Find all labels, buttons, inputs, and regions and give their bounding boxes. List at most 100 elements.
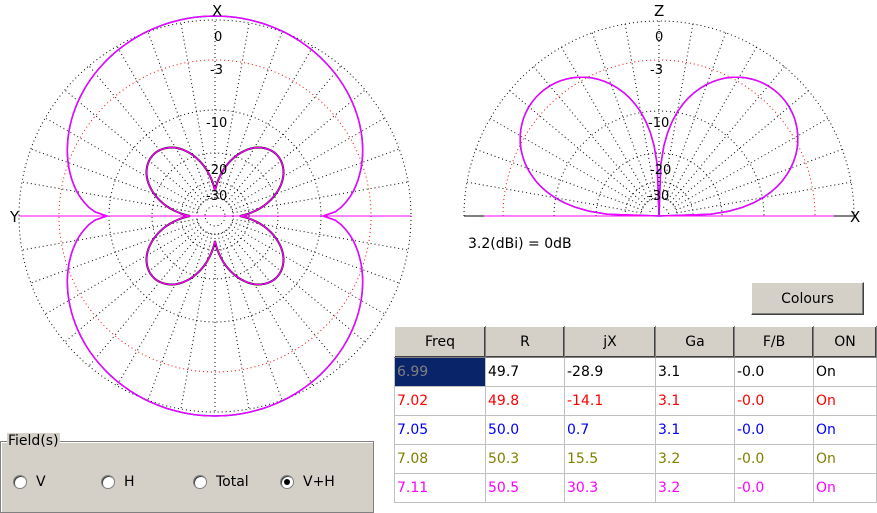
table-cell[interactable]: 7.05 — [394, 415, 486, 445]
radio-h-label: H — [124, 474, 135, 490]
elevation-z-axis-label: Z — [654, 2, 665, 20]
table-cell[interactable]: 15.5 — [564, 444, 656, 474]
table-cell[interactable]: On — [813, 415, 877, 445]
radio-v-plus-h-indicator[interactable] — [280, 475, 294, 489]
azimuth-ring-label-10: -10 — [206, 116, 228, 131]
azimuth-grid-spoke — [116, 231, 207, 386]
azimuth-grid-spoke — [64, 89, 202, 205]
azimuth-grid-spoke — [223, 231, 314, 386]
radio-total-label: Total — [216, 474, 249, 490]
table-cell[interactable]: On — [813, 473, 877, 503]
elevation-ring-label-10: -10 — [648, 116, 670, 131]
azimuth-grid-spoke — [228, 89, 366, 205]
elevation-grid-spoke — [672, 90, 809, 205]
table-cell[interactable]: -0.0 — [734, 357, 814, 387]
azimuth-grid-spoke — [88, 229, 204, 367]
elevation-ring-label-30: -30 — [648, 189, 670, 204]
table-row[interactable]: 7.11 50.5 30.3 3.2 -0.0 On — [394, 473, 877, 503]
colours-button[interactable]: Colours — [751, 282, 864, 315]
azimuth-grid-spoke — [223, 46, 314, 201]
radio-v-plus-h[interactable]: V+H — [280, 474, 335, 490]
azimuth-ring-label-30: -30 — [206, 189, 228, 204]
radio-v-label: V — [36, 474, 46, 490]
elevation-grid-spoke — [675, 148, 843, 211]
table-cell[interactable]: -0.0 — [734, 473, 814, 503]
column-header-fb[interactable]: F/B — [734, 326, 814, 358]
azimuth-grid-spoke — [220, 232, 283, 401]
table-cell[interactable]: 3.1 — [655, 415, 735, 445]
table-cell[interactable]: 7.08 — [394, 444, 486, 474]
elevation-grid-spoke — [664, 32, 727, 200]
elevation-ring-label-0: 0 — [655, 30, 664, 45]
elevation-pattern-magenta — [519, 76, 660, 217]
column-header-on[interactable]: ON — [813, 326, 877, 358]
elevation-ring-label-20: -20 — [650, 163, 672, 178]
table-cell[interactable]: -0.0 — [734, 415, 814, 445]
table-cell[interactable]: 50.0 — [485, 415, 565, 445]
elevation-pattern-blue — [658, 76, 799, 217]
azimuth-grid-spoke — [147, 232, 210, 401]
azimuth-grid-spoke — [220, 31, 283, 200]
fields-groupbox: Field(s) V H Total V+H — [0, 433, 374, 513]
table-cell[interactable]: 49.8 — [485, 386, 565, 416]
table-cell[interactable]: 7.11 — [394, 473, 486, 503]
azimuth-grid-spoke — [226, 229, 342, 367]
table-cell[interactable]: 50.5 — [485, 473, 565, 503]
table-cell[interactable]: On — [813, 444, 877, 474]
table-row[interactable]: 7.02 49.8 -14.1 3.1 -0.0 On — [394, 386, 877, 416]
table-cell[interactable]: 30.3 — [564, 473, 656, 503]
elevation-grid-spoke — [509, 90, 646, 205]
radio-v[interactable]: V — [13, 474, 46, 490]
radio-h-indicator[interactable] — [101, 475, 115, 489]
table-row[interactable]: 6.99 49.7 -28.9 3.1 -0.0 On — [394, 357, 877, 387]
column-header-ga[interactable]: Ga — [655, 326, 735, 358]
radio-total[interactable]: Total — [193, 474, 249, 490]
elevation-grid-spoke — [561, 46, 651, 201]
fields-group-label: Field(s) — [7, 433, 60, 449]
elevation-pattern-magenta — [658, 76, 799, 217]
column-header-r[interactable]: R — [485, 326, 565, 358]
column-header-jx[interactable]: jX — [564, 326, 656, 358]
table-cell[interactable]: 3.2 — [655, 444, 735, 474]
table-cell[interactable]: On — [813, 357, 877, 387]
radio-h[interactable]: H — [101, 474, 135, 490]
azimuth-grid-spoke — [231, 221, 400, 284]
azimuth-grid-spoke — [88, 65, 204, 203]
elevation-grid-spoke — [674, 118, 829, 208]
elevation-ring-label-3: -3 — [650, 63, 663, 78]
table-cell[interactable]: On — [813, 386, 877, 416]
azimuth-grid-spoke — [226, 65, 342, 203]
table-cell[interactable]: 49.7 — [485, 357, 565, 387]
table-cell[interactable]: -0.0 — [734, 386, 814, 416]
table-cell[interactable]: 3.2 — [655, 473, 735, 503]
elevation-grid-spoke — [489, 118, 644, 208]
elevation-grid-spoke — [667, 46, 757, 201]
table-cell[interactable]: 3.1 — [655, 357, 735, 387]
azimuth-grid-spoke — [30, 148, 199, 211]
azimuth-grid-spoke — [228, 227, 366, 343]
radio-v-indicator[interactable] — [13, 475, 27, 489]
table-cell[interactable]: -14.1 — [564, 386, 656, 416]
table-row[interactable]: 7.05 50.0 0.7 3.1 -0.0 On — [394, 415, 877, 445]
radio-v-plus-h-label: V+H — [303, 474, 335, 490]
table-cell[interactable]: 50.3 — [485, 444, 565, 474]
azimuth-grid-spoke — [64, 227, 202, 343]
table-cell[interactable]: 3.1 — [655, 386, 735, 416]
radio-total-indicator[interactable] — [193, 475, 207, 489]
table-cell[interactable]: 7.02 — [394, 386, 486, 416]
elevation-grid-spoke — [670, 66, 785, 203]
table-row[interactable]: 7.08 50.3 15.5 3.2 -0.0 On — [394, 444, 877, 474]
azimuth-ring-label-0: 0 — [214, 30, 223, 45]
azimuth-ring-label-3: -3 — [210, 63, 223, 78]
table-cell[interactable]: 0.7 — [564, 415, 656, 445]
table-cell[interactable]: 6.99 — [394, 357, 486, 387]
frequency-table: Freq R jX Ga F/B ON 6.99 49.7 -28.9 3.1 -0.0… — [394, 326, 877, 503]
azimuth-x-axis-label: X — [212, 2, 223, 20]
elevation-grid-spoke — [591, 32, 654, 200]
elevation-grid-spoke — [475, 148, 643, 211]
azimuth-y-axis-label: Y — [10, 208, 20, 226]
azimuth-grid-spoke — [147, 31, 210, 200]
column-header-freq[interactable]: Freq — [394, 326, 486, 358]
table-cell[interactable]: -28.9 — [564, 357, 656, 387]
table-cell[interactable]: -0.0 — [734, 444, 814, 474]
